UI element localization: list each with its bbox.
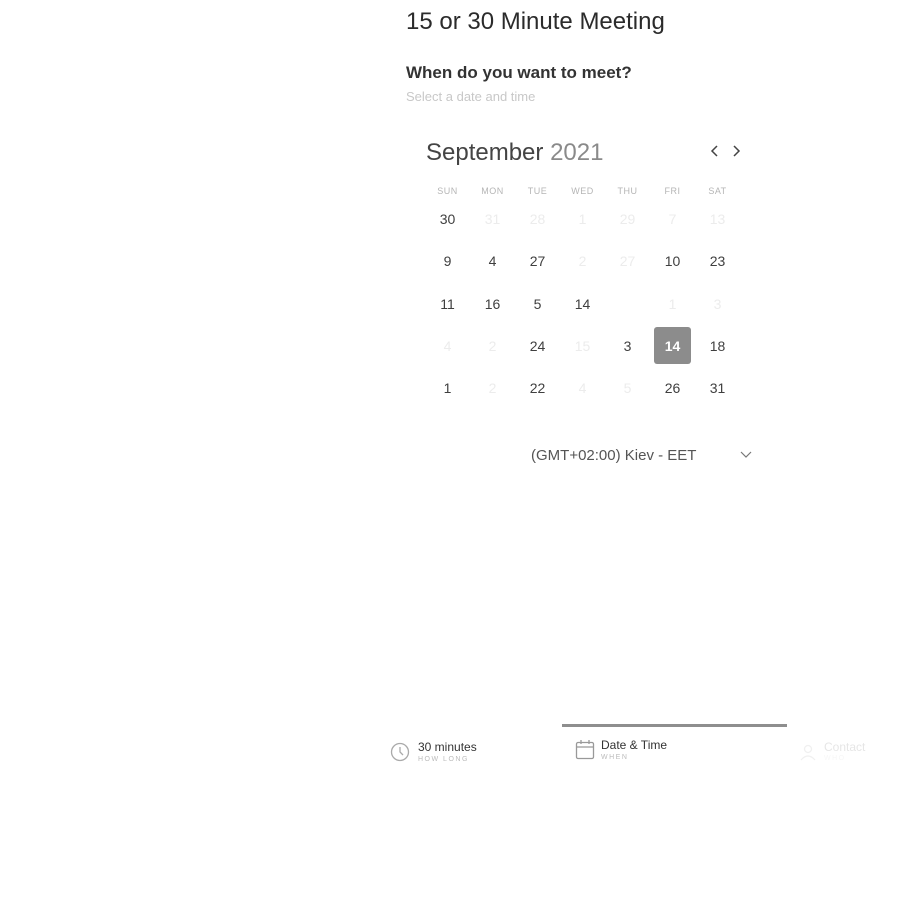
calendar-day[interactable]: 18	[699, 327, 736, 364]
calendar-day[interactable]: 4	[474, 242, 511, 279]
calendar-day[interactable]: 11	[429, 285, 466, 322]
weekday-sat: SAT	[708, 186, 727, 196]
calendar-day[interactable]: 31	[699, 369, 736, 406]
calendar-day-grid: 30 31 28 1 29 7 13 9 4 27 2 27 10 23 11 16 5 14 1 3 4 2 24 15 3 1…	[425, 198, 740, 410]
year-label: 2021	[550, 139, 604, 166]
calendar-day: 28	[529, 210, 546, 227]
chevron-down-icon	[739, 447, 753, 466]
calendar-day: 2	[488, 379, 497, 396]
timezone-select[interactable]: (GMT+02:00) Kiev - EET	[531, 445, 753, 467]
person-icon	[798, 742, 818, 767]
weekday-fri: FRI	[664, 186, 681, 196]
weekday-mon: MON	[481, 186, 504, 196]
calendar-day[interactable]: 24	[519, 327, 556, 364]
chevron-right-icon	[731, 144, 741, 162]
calendar-day[interactable]: 22	[519, 369, 556, 406]
calendar-day: 15	[574, 337, 591, 354]
next-month-button[interactable]	[726, 143, 746, 163]
calendar-day: 1	[668, 295, 677, 312]
calendar-day: 29	[619, 210, 636, 227]
previous-month-button[interactable]	[705, 143, 725, 163]
calendar-day[interactable]: 26	[654, 369, 691, 406]
calendar-day: 3	[713, 295, 722, 312]
calendar-day[interactable]: 23	[699, 242, 736, 279]
step-duration-label: 30 minutes	[418, 740, 477, 754]
calendar-day: 2	[488, 337, 497, 354]
calendar-day[interactable]: 27	[519, 242, 556, 279]
active-step-indicator	[562, 724, 787, 727]
step-date-time-sublabel: WHEN	[601, 754, 629, 761]
step-contact-label: Contact	[824, 740, 866, 754]
timezone-value: (GMT+02:00) Kiev - EET	[531, 447, 697, 464]
calendar-day-selected[interactable]: 14	[654, 327, 691, 364]
calendar-day[interactable]: 10	[654, 242, 691, 279]
step-date-time[interactable]: Date & Time WHEN	[575, 737, 705, 767]
instruction-text: Select a date and time	[406, 89, 536, 104]
calendar-icon	[575, 739, 595, 766]
chevron-left-icon	[710, 144, 720, 162]
step-duration-sublabel: HOW LONG	[418, 756, 469, 763]
weekday-tue: TUE	[527, 186, 548, 196]
calendar-day: 31	[484, 210, 501, 227]
calendar-day[interactable]: 1	[429, 369, 466, 406]
calendar-day: 5	[623, 379, 632, 396]
calendar-day[interactable]: 30	[429, 200, 466, 237]
clock-icon	[390, 742, 410, 767]
step-duration[interactable]: 30 minutes HOW LONG	[390, 740, 510, 770]
question-heading: When do you want to meet?	[406, 63, 632, 82]
calendar-day[interactable]: 9	[429, 242, 466, 279]
calendar-day: 2	[578, 252, 587, 269]
month-label: September	[426, 139, 544, 166]
weekday-header-row: SUN MON TUE WED THU FRI SAT	[425, 186, 740, 198]
calendar-day[interactable]: 5	[519, 285, 556, 322]
calendar-day: 7	[668, 210, 677, 227]
step-date-time-label: Date & Time	[601, 738, 668, 752]
weekday-thu: THU	[617, 186, 638, 196]
calendar-day: 27	[619, 252, 636, 269]
page-title: 15 or 30 Minute Meeting	[406, 8, 665, 35]
calendar-day: 4	[443, 337, 452, 354]
step-contact[interactable]: Contact WHO	[798, 740, 898, 770]
calendar-month-title: September 2021	[426, 139, 603, 167]
weekday-sun: SUN	[437, 186, 458, 196]
calendar-day: 1	[578, 210, 587, 227]
calendar-day: 13	[709, 210, 726, 227]
calendar-day: 4	[578, 379, 587, 396]
calendar-day[interactable]: 16	[474, 285, 511, 322]
calendar-day[interactable]: 14	[564, 285, 601, 322]
weekday-wed: WED	[571, 186, 594, 196]
step-contact-sublabel: WHO	[824, 755, 846, 762]
calendar-day[interactable]: 3	[609, 327, 646, 364]
